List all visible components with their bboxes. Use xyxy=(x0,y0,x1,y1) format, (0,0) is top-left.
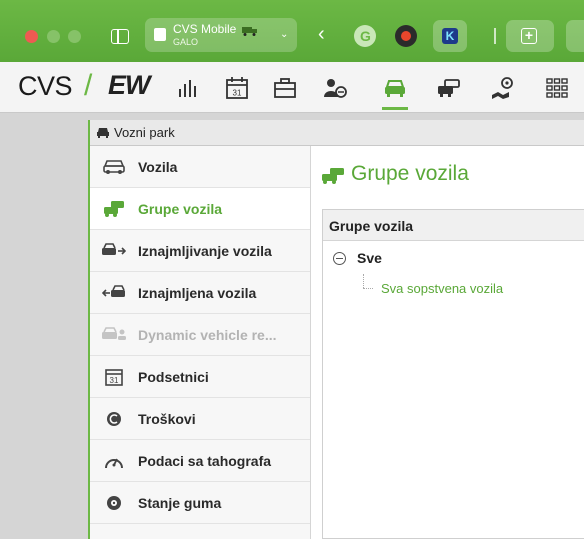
plus-square-icon: + xyxy=(521,28,537,44)
fleet-module-window: Vozni park Vozila Grupe vozila Iznajmlji… xyxy=(88,120,584,539)
vehicle-groups-icon xyxy=(322,168,344,184)
rented-icon xyxy=(102,285,125,297)
nav-item-label: Podaci sa tahografa xyxy=(138,453,272,469)
tree-connector xyxy=(363,288,373,289)
car-icon xyxy=(385,80,405,97)
tab-group-selector[interactable]: CVS Mobile GALO ⌄ xyxy=(145,18,297,52)
module-title: Vozni park xyxy=(114,125,175,140)
grammar-extension-icon[interactable]: G xyxy=(354,25,376,47)
brand-slash: / xyxy=(84,69,93,102)
sidebar-toggle-icon[interactable] xyxy=(111,29,129,44)
nav-item-dynamic-vehicle: Dynamic vehicle re... xyxy=(90,314,310,356)
nav-item-label: Stanje guma xyxy=(138,495,222,511)
nav-item-vozila[interactable]: Vozila xyxy=(90,146,310,188)
content-area: Grupe vozila Grupe vozila Sve Sva sopstv… xyxy=(311,146,584,539)
app-toolbar: CVS / EW 31 xyxy=(0,62,584,113)
nav-item-podsetnici[interactable]: 31 Podsetnici xyxy=(90,356,310,398)
calendar-day: 31 xyxy=(233,89,242,98)
panel-header: Grupe vozila xyxy=(323,210,584,241)
brand-ew-logo: EW xyxy=(108,70,150,100)
zoom-window-button[interactable] xyxy=(68,30,81,43)
nav-item-label: Grupe vozila xyxy=(138,201,223,217)
nav-item-label: Podsetnici xyxy=(138,369,209,385)
tab-group-subtitle: GALO xyxy=(173,37,199,47)
lock-icon xyxy=(154,28,166,41)
calendar-day: 31 xyxy=(110,376,119,385)
overflow-extension-button[interactable] xyxy=(566,20,584,52)
calendar-icon: 31 xyxy=(105,369,123,386)
tab-group-title: CVS Mobile xyxy=(173,22,237,36)
tire-icon xyxy=(107,496,121,510)
driver-icon[interactable] xyxy=(322,75,348,101)
tree-node-sva-sopstvena-vozila[interactable]: Sva sopstvena vozila xyxy=(381,281,503,296)
nav-item-iznajmljivanje-vozila[interactable]: Iznajmljivanje vozila xyxy=(90,230,310,272)
minimize-window-button[interactable] xyxy=(47,30,60,43)
nav-item-troskovi[interactable]: Troškovi xyxy=(90,398,310,440)
tree-node-label: Sve xyxy=(357,250,382,266)
nav-item-label: Dynamic vehicle re... xyxy=(138,327,277,343)
fleet-tab[interactable] xyxy=(382,75,408,110)
nav-item-label: Iznajmljena vozila xyxy=(138,285,257,301)
bar-chart-icon[interactable] xyxy=(175,75,201,101)
nav-item-label: Iznajmljivanje vozila xyxy=(138,243,272,259)
nav-item-label: Troškovi xyxy=(138,411,196,427)
nav-item-podaci-sa-tahografa[interactable]: Podaci sa tahografa xyxy=(90,440,310,482)
fleet-navigation: Vozila Grupe vozila Iznajmljivanje vozil… xyxy=(90,146,311,539)
browser-titlebar: CVS Mobile GALO ⌄ ‹ G K + xyxy=(0,0,584,62)
groups-tree-panel: Grupe vozila Sve Sva sopstvena vozila xyxy=(322,209,584,539)
costs-icon xyxy=(107,412,121,426)
truck-icon xyxy=(242,27,257,36)
k-extension-button[interactable]: K xyxy=(433,20,467,52)
dynamic-vehicle-icon xyxy=(102,327,126,340)
record-extension-icon[interactable] xyxy=(395,25,417,47)
vehicles-icon xyxy=(103,160,125,174)
tachograph-icon xyxy=(105,458,123,469)
panel-header-label: Grupe vozila xyxy=(329,218,414,234)
car-icon xyxy=(97,128,109,138)
new-tab-button[interactable]: + xyxy=(506,20,554,52)
collapse-icon[interactable] xyxy=(333,252,346,265)
back-button[interactable]: ‹ xyxy=(318,24,325,44)
vehicle-groups-icon xyxy=(104,201,124,217)
toolbar-divider xyxy=(494,28,496,44)
module-header[interactable]: Vozni park xyxy=(90,120,584,146)
vehicle-groups-toolbar-icon[interactable] xyxy=(436,75,462,101)
close-window-button[interactable] xyxy=(25,30,38,43)
page-title-text: Grupe vozila xyxy=(351,162,469,185)
briefcase-icon[interactable] xyxy=(272,75,298,101)
calendar-icon[interactable]: 31 xyxy=(224,75,250,101)
apps-grid-icon[interactable] xyxy=(544,75,570,101)
workspace-background xyxy=(0,113,88,539)
k-extension-icon: K xyxy=(442,28,458,44)
nav-item-stanje-guma[interactable]: Stanje guma xyxy=(90,482,310,524)
chevron-down-icon: ⌄ xyxy=(280,29,289,40)
rent-out-icon xyxy=(102,243,126,255)
nav-item-iznajmljena-vozila[interactable]: Iznajmljena vozila xyxy=(90,272,310,314)
brand-cvs-logo: CVS xyxy=(18,71,73,101)
nav-item-grupe-vozila[interactable]: Grupe vozila xyxy=(90,188,310,230)
tree-connector xyxy=(363,274,364,288)
map-pin-icon[interactable] xyxy=(490,75,516,101)
nav-item-label: Vozila xyxy=(138,159,178,175)
